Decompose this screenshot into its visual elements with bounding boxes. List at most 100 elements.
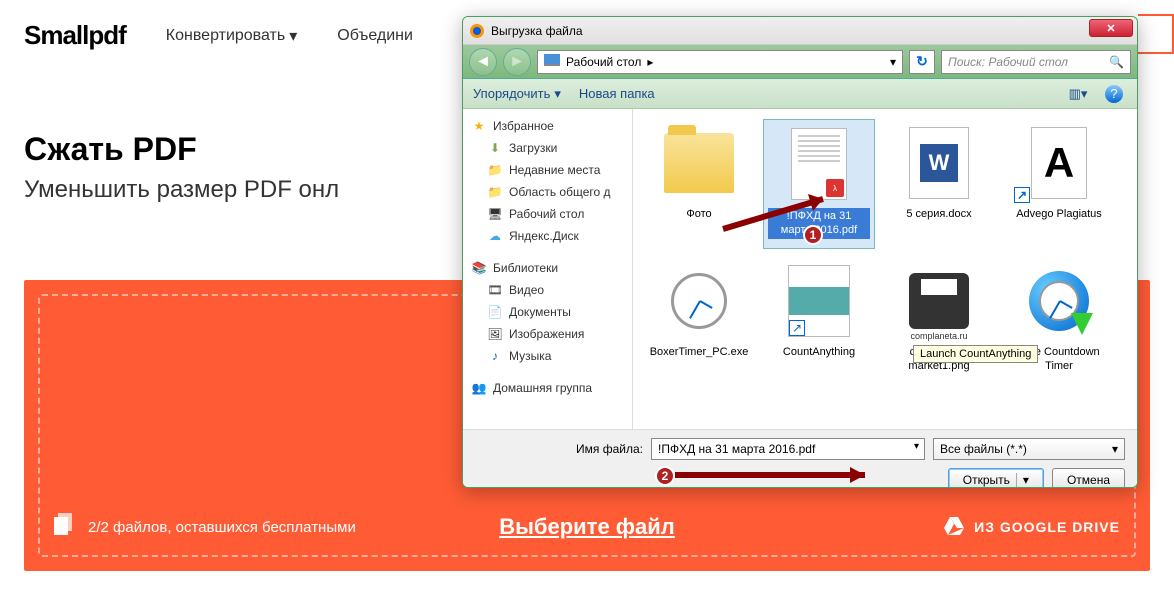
files-remaining: 2/2 файлов, оставшихся бесплатными bbox=[54, 513, 356, 541]
refresh-icon: ↻ bbox=[916, 53, 928, 70]
dialog-toolbar: Упорядочить ▾ Новая папка ▥▾ ? bbox=[463, 79, 1137, 109]
dropzone-footer: 2/2 файлов, оставшихся бесплатными Выбер… bbox=[54, 513, 1120, 541]
chevron-right-icon: ▸ bbox=[647, 55, 653, 69]
view-mode-button[interactable]: ▥▾ bbox=[1065, 84, 1091, 104]
video-icon: 🎞 bbox=[487, 282, 503, 298]
pdf-icon: λ bbox=[791, 128, 847, 200]
file-filter-select[interactable]: Все файлы (*.*)▾ bbox=[933, 438, 1125, 460]
clock-icon bbox=[671, 273, 727, 329]
new-folder-button[interactable]: Новая папка bbox=[579, 86, 655, 101]
arrow-right-icon: ► bbox=[509, 53, 525, 71]
file-item-countanything[interactable]: ↗ CountAnything bbox=[763, 257, 875, 387]
sidebar-music[interactable]: ♪Музыка bbox=[463, 345, 632, 367]
help-button[interactable]: ? bbox=[1101, 84, 1127, 104]
chevron-down-icon: ▾ bbox=[554, 86, 561, 102]
letter-a-icon: A↗ bbox=[1031, 127, 1087, 199]
new-folder-label: Новая папка bbox=[579, 86, 655, 101]
nav-convert[interactable]: Конвертировать▾ bbox=[166, 26, 297, 46]
gdrive-label: ИЗ GOOGLE DRIVE bbox=[974, 519, 1120, 535]
page-frame-accent bbox=[1138, 14, 1174, 54]
chevron-down-icon: ▾ bbox=[289, 26, 297, 46]
chevron-down-icon[interactable]: ▾ bbox=[914, 441, 919, 452]
chevron-down-icon[interactable]: ▾ bbox=[890, 55, 896, 69]
file-item-word[interactable]: W 5 серия.docx bbox=[883, 119, 995, 249]
nav-merge-label: Объедини bbox=[337, 27, 413, 45]
cancel-button[interactable]: Отмена bbox=[1052, 468, 1125, 488]
file-item-folder[interactable]: Фото bbox=[643, 119, 755, 249]
breadcrumb[interactable]: Рабочий стол ▸ ▾ bbox=[537, 50, 903, 74]
shortcut-icon: ↗ bbox=[1014, 187, 1030, 203]
printer-icon bbox=[909, 273, 969, 329]
sidebar-lib-label: Библиотеки bbox=[493, 261, 558, 275]
sidebar-video[interactable]: 🎞Видео bbox=[463, 279, 632, 301]
library-icon: 📚 bbox=[471, 260, 487, 276]
help-icon: ? bbox=[1105, 85, 1123, 103]
chevron-down-icon: ▾ bbox=[1112, 442, 1118, 456]
chevron-down-icon: ▾ bbox=[1016, 473, 1029, 487]
shared-icon: 📁 bbox=[487, 184, 503, 200]
google-drive-icon bbox=[944, 517, 964, 538]
cloud-icon: ☁ bbox=[487, 228, 503, 244]
sidebar-yandex[interactable]: ☁Яндекс.Диск bbox=[463, 225, 632, 247]
annotation-arrow-2 bbox=[665, 460, 885, 488]
view-icon: ▥ bbox=[1069, 86, 1081, 102]
dialog-navbar: ◄ ► Рабочий стол ▸ ▾ ↻ Поиск: Рабочий ст… bbox=[463, 45, 1137, 79]
filename-input[interactable] bbox=[651, 438, 925, 460]
sidebar-recent[interactable]: 📁Недавние места bbox=[463, 159, 632, 181]
sidebar-documents[interactable]: 📄Документы bbox=[463, 301, 632, 323]
sidebar-homegroup[interactable]: 👥 Домашняя группа bbox=[463, 377, 632, 399]
back-button[interactable]: ◄ bbox=[469, 48, 497, 76]
from-google-drive[interactable]: ИЗ GOOGLE DRIVE bbox=[944, 517, 1120, 538]
sidebar-downloads[interactable]: ⬇Загрузки bbox=[463, 137, 632, 159]
sidebar-desktop[interactable]: 🖥Рабочий стол bbox=[463, 203, 632, 225]
dialog-title: Выгрузка файла bbox=[491, 24, 1131, 38]
search-icon: 🔍 bbox=[1109, 55, 1124, 69]
document-icon: 📄 bbox=[487, 304, 503, 320]
organize-label: Упорядочить bbox=[473, 86, 550, 101]
nav-convert-label: Конвертировать bbox=[166, 27, 285, 45]
sidebar-fav-label: Избранное bbox=[493, 119, 554, 133]
file-item-cropped[interactable]: complaneta.ru cropped-pc-market1.png bbox=[883, 257, 995, 387]
file-item-boxertimer[interactable]: BoxerTimer_PC.exe bbox=[643, 257, 755, 387]
organize-menu[interactable]: Упорядочить ▾ bbox=[473, 86, 561, 102]
annotation-badge-2: 2 bbox=[655, 466, 675, 486]
open-button[interactable]: Открыть▾ bbox=[948, 468, 1044, 488]
sidebar-shared[interactable]: 📁Область общего д bbox=[463, 181, 632, 203]
logo: Smallpdf bbox=[24, 20, 126, 51]
choose-file-link[interactable]: Выберите файл bbox=[499, 514, 675, 540]
search-input[interactable]: Поиск: Рабочий стол 🔍 bbox=[941, 50, 1131, 74]
forward-button[interactable]: ► bbox=[503, 48, 531, 76]
arrow-left-icon: ◄ bbox=[475, 53, 491, 71]
close-icon: ✕ bbox=[1106, 22, 1115, 35]
screenshot-icon: ↗ bbox=[788, 265, 850, 337]
tooltip: Launch CountAnything bbox=[913, 345, 1038, 363]
download-icon: ⬇ bbox=[487, 140, 503, 156]
desktop-icon: 🖥 bbox=[487, 206, 503, 222]
close-button[interactable]: ✕ bbox=[1089, 19, 1133, 37]
file-grid: Фото λ !ПФХД на 31 марта 2016.pdf W 5 се… bbox=[633, 109, 1137, 429]
sidebar-libraries[interactable]: 📚 Библиотеки bbox=[463, 257, 632, 279]
firefox-icon bbox=[469, 23, 485, 39]
image-icon: 🖼 bbox=[487, 326, 503, 342]
files-icon bbox=[54, 513, 76, 541]
sidebar-favorites[interactable]: ★Избранное bbox=[463, 115, 632, 137]
search-placeholder: Поиск: Рабочий стол bbox=[948, 55, 1068, 69]
sidebar-home-label: Домашняя группа bbox=[493, 381, 592, 395]
homegroup-icon: 👥 bbox=[471, 380, 487, 396]
filename-label: Имя файла: bbox=[576, 442, 643, 456]
nav-merge[interactable]: Объедини bbox=[337, 26, 413, 46]
files-remaining-text: 2/2 файлов, оставшихся бесплатными bbox=[88, 519, 356, 536]
folder-icon bbox=[664, 133, 734, 193]
file-item-countdown[interactable]: Free Countdown Timer bbox=[1003, 257, 1115, 387]
breadcrumb-text: Рабочий стол bbox=[566, 55, 641, 69]
word-icon: W bbox=[909, 127, 969, 199]
main-nav: Конвертировать▾ Объедини bbox=[166, 26, 413, 46]
desktop-icon bbox=[544, 54, 560, 69]
sidebar-images[interactable]: 🖼Изображения bbox=[463, 323, 632, 345]
recent-icon: 📁 bbox=[487, 162, 503, 178]
file-item-advego[interactable]: A↗ Advego Plagiatus bbox=[1003, 119, 1115, 249]
dialog-footer: Имя файла: ▾ Все файлы (*.*)▾ 2 Открыть▾… bbox=[463, 429, 1137, 488]
file-upload-dialog: Выгрузка файла ✕ ◄ ► Рабочий стол ▸ ▾ ↻ … bbox=[462, 16, 1138, 488]
refresh-button[interactable]: ↻ bbox=[909, 50, 935, 74]
annotation-badge-1: 1 bbox=[803, 225, 823, 245]
